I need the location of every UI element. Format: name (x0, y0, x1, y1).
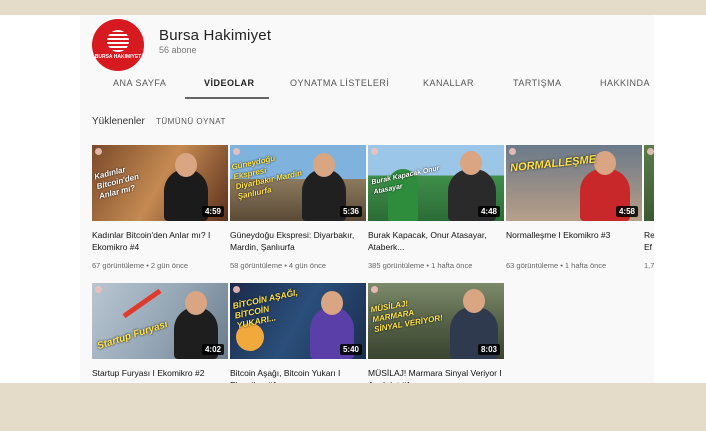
presenter-head (175, 153, 197, 177)
tab-channels[interactable]: KANALLAR (423, 78, 474, 88)
presenter-head (321, 291, 343, 315)
globe-icon (107, 30, 129, 52)
channel-page: BURSA HAKIMIYET Bursa Hakimiyet 56 abone… (80, 15, 654, 383)
channel-tabs: ANA SAYFA VİDEOLAR OYNATMA LİSTELERİ KAN… (80, 70, 654, 100)
video-title[interactable]: MÜSİLAJ! Marmara Sinyal Veriyor I Anekdo… (368, 367, 504, 383)
video-thumbnail[interactable]: MÜSİLAJ! MARMARA SİNYAL VERİYOR! 8:03 (368, 283, 504, 359)
screenshot-frame: BURSA HAKIMIYET Bursa Hakimiyet 56 abone… (0, 15, 706, 383)
video-title[interactable]: Normalleşme I Ekomikro #3 (506, 229, 642, 253)
video-thumbnail[interactable] (644, 145, 654, 221)
channel-name[interactable]: Bursa Hakimiyet (159, 27, 271, 44)
thumbnail-overlay-text: Startup Furyası (95, 318, 170, 353)
video-title[interactable]: Kadınlar Bitcoin'den Anlar mı? I Ekomikr… (92, 229, 228, 253)
logo-text: BURSA HAKIMIYET (94, 54, 142, 60)
play-all-button[interactable]: TÜMÜNÜ OYNAT (156, 117, 226, 126)
video-duration: 5:36 (339, 206, 362, 217)
presenter-head (463, 289, 485, 313)
presenter-head (313, 153, 335, 177)
thumbnail-overlay-text: Güneydoğu Ekspresi Diyarbakır Mardin Şan… (230, 153, 303, 202)
video-duration: 4:59 (201, 206, 224, 217)
dot-icon (371, 148, 378, 155)
video-thumbnail[interactable]: Burak Kapacak Onur Atasayar 4:48 (368, 145, 504, 221)
thumbnail-overlay-text: BİTCOİN AŞAĞI, BİTCOİN YUKARI... (231, 287, 299, 331)
tab-home[interactable]: ANA SAYFA (113, 78, 166, 88)
channel-avatar[interactable]: BURSA HAKIMIYET (92, 19, 144, 71)
presenter-head (185, 291, 207, 315)
dot-icon (95, 148, 102, 155)
dot-icon (647, 148, 654, 155)
presenter-head (460, 151, 482, 175)
video-duration: 4:02 (201, 344, 224, 355)
thumbnail-overlay-text: NORMALLEŞME (509, 153, 597, 175)
dot-icon (95, 286, 102, 293)
video-thumbnail[interactable]: BİTCOİN AŞAĞI, BİTCOİN YUKARI... 5:40 (230, 283, 366, 359)
tab-playlists[interactable]: OYNATMA LİSTELERİ (290, 78, 389, 88)
trend-arrow-icon (122, 288, 162, 319)
video-title[interactable]: Güneydoğu Ekspresi: Diyarbakır, Mardin, … (230, 229, 366, 253)
tab-discussion[interactable]: TARTIŞMA (513, 78, 562, 88)
section-title: Yüklenenler (92, 116, 145, 127)
video-meta: 1,7 (644, 261, 654, 270)
video-duration: 4:58 (615, 206, 638, 217)
active-tab-indicator (185, 97, 269, 99)
dot-icon (371, 286, 378, 293)
presenter-head (594, 151, 616, 175)
video-thumbnail[interactable]: Güneydoğu Ekspresi Diyarbakır Mardin Şan… (230, 145, 366, 221)
video-duration: 8:03 (477, 344, 500, 355)
video-duration: 4:48 (477, 206, 500, 217)
video-meta: 58 görüntüleme • 4 gün önce (230, 261, 327, 270)
subscriber-count: 56 abone (159, 45, 197, 55)
dot-icon (509, 148, 516, 155)
dot-icon (233, 286, 240, 293)
video-title[interactable]: Startup Furyası I Ekomikro #2 (92, 367, 228, 383)
video-title[interactable]: Bitcoin Aşağı, Bitcoin Yukarı I Ekomikro… (230, 367, 366, 383)
video-meta: 63 görüntüleme • 1 hafta önce (506, 261, 607, 270)
tab-videos[interactable]: VİDEOLAR (204, 78, 255, 88)
video-thumbnail[interactable]: NORMALLEŞME 4:58 (506, 145, 642, 221)
video-meta: 67 görüntüleme • 2 gün önce (92, 261, 189, 270)
dot-icon (233, 148, 240, 155)
thumbnail-overlay-text: MÜSİLAJ! MARMARA SİNYAL VERİYOR! (369, 298, 444, 335)
video-meta: 385 görüntüleme • 1 hafta önce (368, 261, 473, 270)
video-thumbnail[interactable]: Startup Furyası 4:02 (92, 283, 228, 359)
video-thumbnail[interactable]: Kadınlar Bitcoin'den Anlar mı? 4:59 (92, 145, 228, 221)
video-title[interactable]: Burak Kapacak, Onur Atasayar, Ataberk... (368, 229, 504, 253)
tab-about[interactable]: HAKKINDA (600, 78, 650, 88)
video-duration: 5:40 (339, 344, 362, 355)
video-title[interactable]: Re Efe (644, 229, 654, 253)
thumbnail-overlay-text: Kadınlar Bitcoin'den Anlar mı? (93, 164, 140, 201)
